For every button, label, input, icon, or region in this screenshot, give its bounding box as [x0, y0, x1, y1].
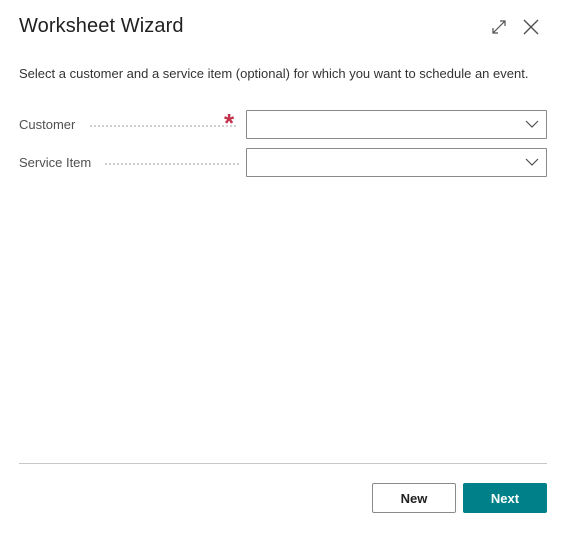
service-item-label: Service Item: [19, 155, 92, 170]
close-button[interactable]: [519, 15, 543, 39]
next-button[interactable]: Next: [463, 483, 547, 513]
customer-label: Customer: [19, 117, 76, 132]
worksheet-wizard-dialog: Worksheet Wizard Select a customer and a…: [0, 0, 566, 533]
customer-select[interactable]: [246, 110, 547, 139]
service-item-field-row: Service Item: [19, 148, 547, 177]
chevron-down-icon[interactable]: [525, 157, 539, 167]
service-item-select[interactable]: [246, 148, 547, 177]
required-marker-icon: *: [224, 108, 235, 138]
customer-leader-dots: [90, 125, 236, 127]
expand-icon: [492, 20, 506, 34]
chevron-down-icon[interactable]: [525, 119, 539, 129]
customer-field-row: Customer *: [19, 108, 547, 139]
footer-divider: [19, 463, 547, 464]
service-item-leader-dots: [105, 163, 239, 165]
new-button[interactable]: New: [372, 483, 456, 513]
instructions-text: Select a customer and a service item (op…: [19, 66, 529, 81]
close-icon: [523, 19, 539, 35]
expand-button[interactable]: [487, 15, 511, 39]
dialog-title: Worksheet Wizard: [19, 15, 184, 37]
